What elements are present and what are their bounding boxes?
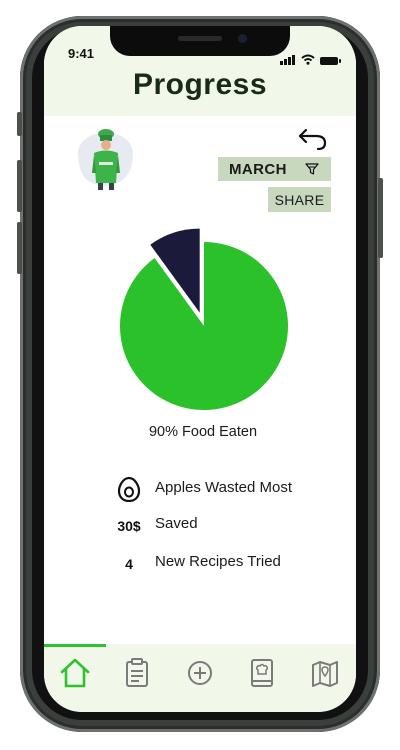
wifi-icon <box>301 54 315 65</box>
month-label: MARCH <box>229 160 287 178</box>
chef-avatar <box>77 129 134 190</box>
mute-switch <box>17 112 22 136</box>
bottom-nav <box>44 644 356 712</box>
front-camera <box>238 34 247 43</box>
month-filter-button[interactable]: MARCH <box>218 157 331 181</box>
nav-active-indicator <box>44 644 106 647</box>
status-time: 9:41 <box>68 46 95 61</box>
volume-down-button <box>17 222 22 274</box>
map-icon[interactable] <box>308 656 342 690</box>
home-icon[interactable] <box>58 656 92 690</box>
pie-chart <box>119 228 288 410</box>
speaker <box>178 36 222 41</box>
stat-row-saved: 30$ Saved <box>44 513 356 539</box>
filter-icon <box>305 163 319 175</box>
app-screen: 9:41 Progress MARCH SHARE 90% Food Eaten <box>44 26 356 712</box>
battery-icon <box>320 57 341 65</box>
power-button <box>378 178 383 258</box>
egg-icon <box>117 476 141 502</box>
status-icons <box>280 47 341 65</box>
pie-caption: 90% Food Eaten <box>148 424 258 440</box>
stat-label: Apples Wasted Most <box>155 479 292 496</box>
stat-row-recipes: 4 New Recipes Tried <box>44 551 356 577</box>
stat-label: Saved <box>155 515 198 532</box>
notch <box>110 26 290 56</box>
recipe-book-icon[interactable] <box>245 656 279 690</box>
stat-value: 30$ <box>117 518 141 534</box>
volume-up-button <box>17 160 22 212</box>
share-button[interactable]: SHARE <box>268 187 331 212</box>
stat-row-apples: Apples Wasted Most <box>44 476 356 502</box>
page-title: Progress <box>132 68 268 101</box>
pie-slice-food-eaten <box>119 242 288 410</box>
back-arrow-icon[interactable] <box>298 124 328 152</box>
plus-circle-icon[interactable] <box>183 656 217 690</box>
stat-value: 4 <box>125 556 133 572</box>
stat-label: New Recipes Tried <box>155 553 281 570</box>
clipboard-icon[interactable] <box>120 656 154 690</box>
